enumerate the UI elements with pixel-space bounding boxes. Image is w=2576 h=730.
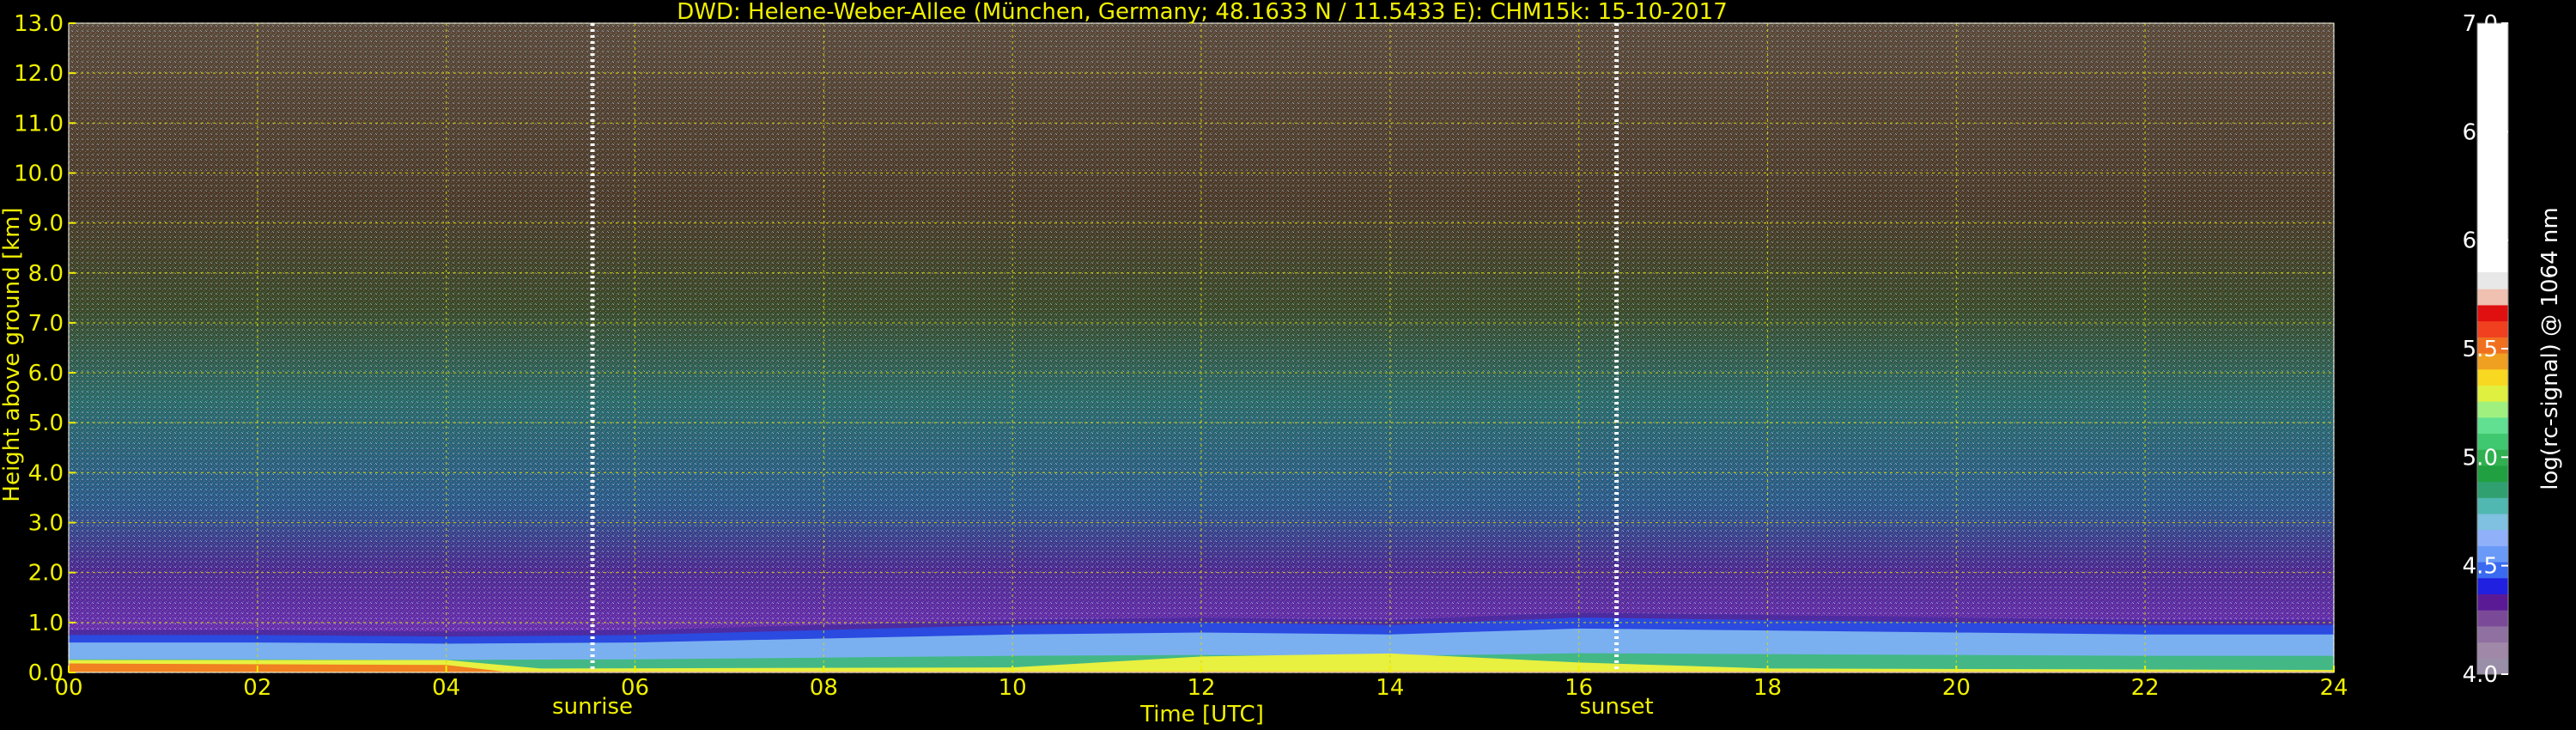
y-tick-label: 4.0 [28,460,64,486]
ceilometer-plot: sunrise sunset 00 02 04 06 08 10 12 14 16 18 20 22 24… [0,0,2576,730]
colorbar-segment [2477,529,2508,546]
y-tick-label: 5.0 [28,411,64,436]
y-tick-label: 11.0 [14,111,64,137]
colorbar-segment [2477,610,2508,627]
colorbar-segment [2477,401,2508,418]
y-tick-label: 9.0 [28,211,64,237]
colorbar-tick-label: 4.5 [2463,554,2498,580]
colorbar-segment [2477,417,2508,435]
colorbar-tick-label: 5.0 [2463,445,2498,471]
y-tick-label: 0.0 [28,660,64,686]
colorbar-segment [2477,272,2508,289]
colorbar-segment [2477,385,2508,402]
y-tick-label: 8.0 [28,261,64,287]
y-tick-label: 10.0 [14,161,64,186]
colorbar-segment [2477,497,2508,514]
x-tick-label: 10 [999,675,1027,701]
colorbar-segment [2477,577,2508,595]
y-tick-label: 1.0 [28,611,64,636]
colorbar-segment [2477,625,2508,643]
colorbar-segment [2477,289,2508,306]
colorbar-tick-label: 6.5 [2463,119,2498,145]
y-axis-label: Height above ground [km] [0,207,25,502]
y-tick-label: 3.0 [28,511,64,537]
colorbar-segment [2477,304,2508,322]
x-tick-label: 20 [1942,675,1971,701]
colorbar-tick-label: 5.5 [2463,337,2498,362]
x-tick-label: 14 [1376,675,1404,701]
colorbar-tick-label: 7.0 [2463,11,2498,37]
colorbar-segment [2477,593,2508,611]
x-tick-label: 22 [2131,675,2160,701]
x-tick-label: 08 [810,675,838,701]
y-tick-label: 12.0 [14,61,64,87]
colorbar-segment [2477,320,2508,338]
colorbar-label: log(rc-signal) @ 1064 nm [2537,207,2563,490]
x-tick-label: 04 [432,675,460,701]
colorbar-segment [2477,514,2508,531]
x-tick-label: 06 [621,675,649,701]
x-tick-label: 24 [2319,675,2348,701]
y-tick-label: 13.0 [14,11,64,37]
chart-svg: sunrise sunset 00 02 04 06 08 10 12 14 16 18 20 22 24… [0,0,2563,727]
x-tick-label: 02 [243,675,271,701]
colorbar-segment [2477,368,2508,386]
colorbar-segment [2477,642,2508,659]
chart-title: DWD: Helene-Weber-Allee (München, German… [677,0,1728,25]
colorbar-tick-label: 6.0 [2463,228,2498,254]
x-tick-label: 12 [1187,675,1215,701]
x-axis-label: Time [UTC] [1139,702,1264,727]
colorbar-segment [2477,481,2508,498]
x-tick-label: 16 [1564,675,1593,701]
y-tick-label: 6.0 [28,361,64,386]
y-tick-label: 2.0 [28,561,64,587]
y-tick-label: 7.0 [28,311,64,337]
colorbar-tick-label: 4.0 [2463,662,2498,688]
x-tick-label: 18 [1753,675,1782,701]
